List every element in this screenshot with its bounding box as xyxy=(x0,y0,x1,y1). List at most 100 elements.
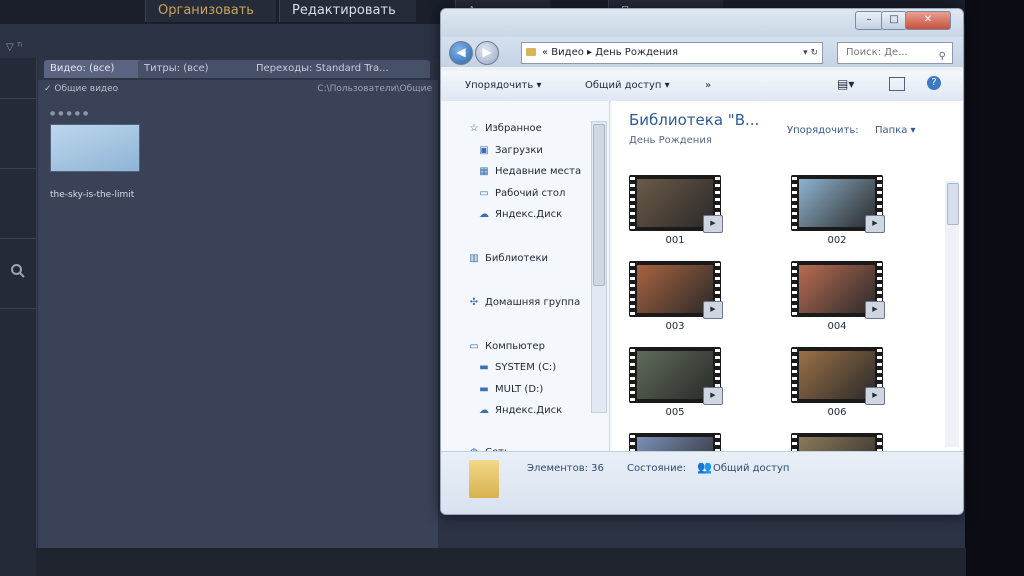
preview-pane-icon[interactable] xyxy=(889,77,905,91)
nav-item-computer[interactable]: ▭ Компьютер xyxy=(467,341,545,352)
video-file-item[interactable]: ▶ 001 xyxy=(629,175,725,251)
video-file-type-icon: ▶ xyxy=(865,215,885,233)
view-options-icon[interactable]: ▤▾ xyxy=(837,77,854,91)
video-file-item[interactable]: ▶ 006 xyxy=(791,347,887,423)
content-scroll-thumb[interactable] xyxy=(947,183,959,225)
nav-item-downloads[interactable]: ▣ Загрузки xyxy=(477,145,543,156)
file-name: 006 xyxy=(827,407,847,418)
clip-name: the-sky-is-the-limit xyxy=(50,190,135,200)
share-button[interactable]: Общий доступ ▾ xyxy=(585,80,670,91)
nav-item-desktop[interactable]: ▭ Рабочий стол xyxy=(477,188,565,199)
cloud-icon: ☁ xyxy=(479,209,489,220)
video-file-type-icon: ▶ xyxy=(865,387,885,405)
status-value: Общий доступ xyxy=(713,463,790,474)
file-content-area: Библиотека "В... День Рождения Упорядочи… xyxy=(611,101,963,491)
arrange-by-dropdown[interactable]: Папка ▾ xyxy=(875,125,916,136)
search-input[interactable] xyxy=(844,46,928,59)
editor-filter-hint: ▽ ᵀⁱ xyxy=(6,42,23,53)
tab-video[interactable]: Видео: (все) xyxy=(44,60,142,78)
back-button[interactable]: ◀ xyxy=(449,41,473,65)
window-title-bar[interactable]: – □ ✕ xyxy=(441,9,963,39)
window-controls: – □ ✕ xyxy=(855,11,955,30)
library-tabs: Видео: (все) Титры: (все) Переходы: Stan… xyxy=(38,58,438,80)
film-strip-icon xyxy=(630,263,635,315)
arrange-by-label: Упорядочить: xyxy=(787,125,859,136)
collection-label[interactable]: ✓ Общие видео xyxy=(44,84,118,94)
video-file-item[interactable]: ▶ 002 xyxy=(791,175,887,251)
nav-scroll-thumb[interactable] xyxy=(593,124,605,286)
editor-left-strip xyxy=(0,58,37,576)
video-thumbnail: ▶ xyxy=(629,175,723,233)
command-toolbar: Упорядочить ▾ Общий доступ ▾ » ▤▾ ? xyxy=(441,71,963,102)
video-frame xyxy=(637,265,713,313)
video-file-type-icon: ▶ xyxy=(703,301,723,319)
file-name: 001 xyxy=(665,235,685,246)
video-file-item[interactable]: ▶ 003 xyxy=(629,261,725,337)
address-breadcrumbs[interactable]: « Видео ▸ День Рождения xyxy=(542,43,678,63)
video-thumbnail: ▶ xyxy=(791,175,885,233)
more-commands-button[interactable]: » xyxy=(705,80,711,91)
nav-item-yadisk[interactable]: ☁ Яндекс.Диск xyxy=(477,209,562,220)
tab-transitions[interactable]: Переходы: Standard Tra... xyxy=(250,60,430,78)
maximize-button[interactable]: □ xyxy=(881,11,907,30)
nav-item-homegroup[interactable]: ✣ Домашняя группа xyxy=(467,297,580,308)
clip-rating-dots: ●●●●● xyxy=(50,110,92,117)
edit-mode-button[interactable]: Редактировать xyxy=(279,0,416,22)
cloud-icon: ☁ xyxy=(479,405,489,416)
library-subtitle: День Рождения xyxy=(629,135,712,146)
forward-button[interactable]: ▶ xyxy=(475,41,499,65)
video-file-type-icon: ▶ xyxy=(703,215,723,233)
video-frame xyxy=(637,351,713,399)
clip-thumbnail[interactable] xyxy=(50,124,140,172)
nav-item-libraries[interactable]: ▥ Библиотеки xyxy=(467,253,548,264)
file-name: 002 xyxy=(827,235,847,246)
video-thumbnail: ▶ xyxy=(629,261,723,319)
close-button[interactable]: ✕ xyxy=(905,11,951,30)
video-file-item[interactable]: ▶ 005 xyxy=(629,347,725,423)
address-bar[interactable]: « Видео ▸ День Рождения ▾ ↻ xyxy=(521,42,823,64)
navigation-pane: ☆ Избранное ▣ Загрузки ▦ Недавние места ▭ Ра… xyxy=(441,101,610,458)
address-refresh-icon[interactable]: ▾ ↻ xyxy=(803,43,818,63)
folder-icon xyxy=(469,460,499,498)
nav-item-favorites[interactable]: ☆ Избранное xyxy=(467,123,542,134)
video-frame xyxy=(799,179,875,227)
homegroup-icon: ✣ xyxy=(469,297,479,308)
help-icon[interactable]: ? xyxy=(927,76,941,90)
editor-bottom-area xyxy=(36,548,966,576)
video-file-item[interactable]: ▶ 004 xyxy=(791,261,887,337)
video-file-type-icon: ▶ xyxy=(703,387,723,405)
downloads-icon: ▣ xyxy=(479,145,489,156)
drive-icon: ▬ xyxy=(479,384,489,395)
content-scrollbar[interactable] xyxy=(945,181,959,447)
file-name: 005 xyxy=(665,407,685,418)
tab-titles[interactable]: Титры: (все) xyxy=(138,60,254,78)
search-box[interactable]: ⚲ xyxy=(837,42,953,64)
nav-item-recent[interactable]: ▦ Недавние места xyxy=(477,166,581,177)
file-name: 003 xyxy=(665,321,685,332)
collection-path: C:\Пользователи\Общие xyxy=(317,84,432,94)
nav-item-mult-drive[interactable]: ▬ MULT (D:) xyxy=(477,384,543,395)
strip-divider xyxy=(0,238,36,239)
navigation-bar: ◀ ▶ « Видео ▸ День Рождения ▾ ↻ ⚲ xyxy=(441,37,963,67)
item-count: Элементов: 36 xyxy=(527,463,604,474)
organize-mode-button[interactable]: Организовать xyxy=(145,0,276,22)
file-name: 004 xyxy=(827,321,847,332)
nav-scrollbar[interactable] xyxy=(591,121,607,413)
video-thumbnail: ▶ xyxy=(791,347,885,405)
search-icon[interactable] xyxy=(10,263,26,279)
organize-button[interactable]: Упорядочить ▾ xyxy=(465,80,541,91)
drive-icon: ▬ xyxy=(479,362,489,373)
library-icon: ▥ xyxy=(469,253,479,264)
nav-item-yadisk-2[interactable]: ☁ Яндекс.Диск xyxy=(477,405,562,416)
folder-icon xyxy=(526,48,536,56)
video-thumbnail: ▶ xyxy=(791,261,885,319)
minimize-button[interactable]: – xyxy=(855,11,883,30)
nav-item-system-drive[interactable]: ▬ SYSTEM (C:) xyxy=(477,362,556,373)
film-strip-icon xyxy=(792,177,797,229)
strip-divider xyxy=(0,168,36,169)
library-path-row: ✓ Общие видео C:\Пользователи\Общие xyxy=(38,82,438,98)
status-label: Состояние: xyxy=(627,463,687,474)
details-pane: Элементов: 36 Состояние: 👥 Общий доступ xyxy=(441,451,963,514)
computer-icon: ▭ xyxy=(469,341,479,352)
video-thumbnail: ▶ xyxy=(629,347,723,405)
